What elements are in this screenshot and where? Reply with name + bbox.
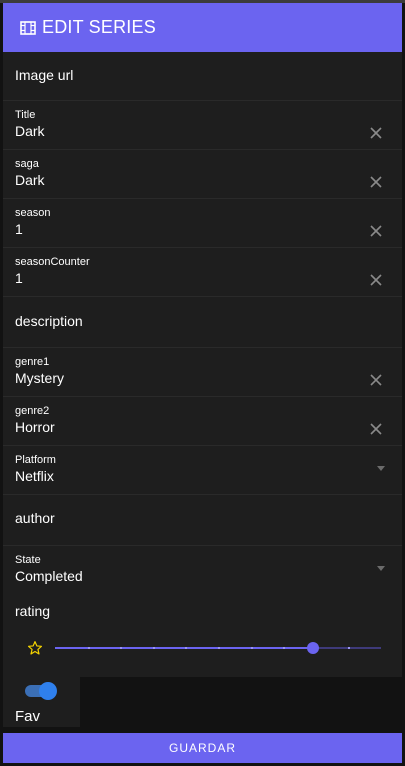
author-field[interactable]: author: [3, 495, 402, 546]
image-url-field[interactable]: Image url: [3, 52, 402, 101]
save-button[interactable]: GUARDAR: [3, 733, 402, 763]
slider-tick: [218, 647, 220, 649]
slider-tick: [153, 647, 155, 649]
slider-tick: [251, 647, 253, 649]
description-field[interactable]: description: [3, 297, 402, 348]
fav-label: Fav: [15, 708, 41, 725]
image-url-placeholder: Image url: [15, 67, 74, 83]
genre1-label: genre1: [15, 356, 50, 368]
platform-select[interactable]: Platform Netflix: [3, 446, 402, 495]
edit-form: Image url Title Dark saga Dark season 1: [3, 52, 402, 677]
star-icon: [27, 641, 43, 655]
genre2-label: genre2: [15, 405, 50, 417]
season-counter-field[interactable]: seasonCounter 1: [3, 248, 402, 297]
rating-slider-thumb[interactable]: [307, 642, 319, 654]
chevron-down-icon[interactable]: [377, 566, 385, 571]
slider-tick: [88, 647, 90, 649]
app-frame: EDIT SERIES Image url Title Dark saga Da…: [0, 0, 405, 766]
platform-label: Platform: [15, 454, 56, 466]
app-header: EDIT SERIES: [3, 3, 402, 52]
slider-tick: [283, 647, 285, 649]
genre2-field[interactable]: genre2 Horror: [3, 397, 402, 446]
clear-icon[interactable]: [370, 374, 382, 386]
slider-tick: [120, 647, 122, 649]
chevron-down-icon[interactable]: [377, 466, 385, 471]
title-value: Dark: [15, 123, 45, 139]
season-value: 1: [15, 221, 23, 237]
season-label: season: [15, 207, 51, 219]
slider-tick: [185, 647, 187, 649]
genre1-field[interactable]: genre1 Mystery: [3, 348, 402, 397]
rating-label: rating: [15, 603, 51, 619]
page-title: EDIT SERIES: [42, 17, 156, 37]
rating-slider[interactable]: [55, 642, 381, 654]
film-icon: [20, 20, 36, 35]
clear-icon[interactable]: [370, 176, 382, 188]
state-select[interactable]: State Completed: [3, 546, 402, 594]
clear-icon[interactable]: [370, 274, 382, 286]
clear-icon[interactable]: [370, 225, 382, 237]
author-placeholder: author: [15, 510, 55, 526]
saga-label: saga: [15, 158, 39, 170]
saga-value: Dark: [15, 172, 45, 188]
rating-slider-fill: [55, 647, 313, 649]
fav-toggle-thumb[interactable]: [39, 682, 57, 700]
genre1-value: Mystery: [15, 370, 64, 386]
saga-field[interactable]: saga Dark: [3, 150, 402, 199]
season-counter-label: seasonCounter: [15, 256, 90, 268]
genre2-value: Horror: [15, 419, 55, 435]
clear-icon[interactable]: [370, 423, 382, 435]
state-value: Completed: [15, 568, 83, 584]
description-placeholder: description: [15, 313, 83, 329]
platform-value: Netflix: [15, 468, 54, 484]
state-label: State: [15, 554, 41, 566]
season-field[interactable]: season 1: [3, 199, 402, 248]
title-label: Title: [15, 109, 36, 121]
fav-toggle-box: Fav: [3, 677, 80, 727]
title-field[interactable]: Title Dark: [3, 101, 402, 150]
clear-icon[interactable]: [370, 127, 382, 139]
season-counter-value: 1: [15, 270, 23, 286]
slider-tick: [348, 647, 350, 649]
